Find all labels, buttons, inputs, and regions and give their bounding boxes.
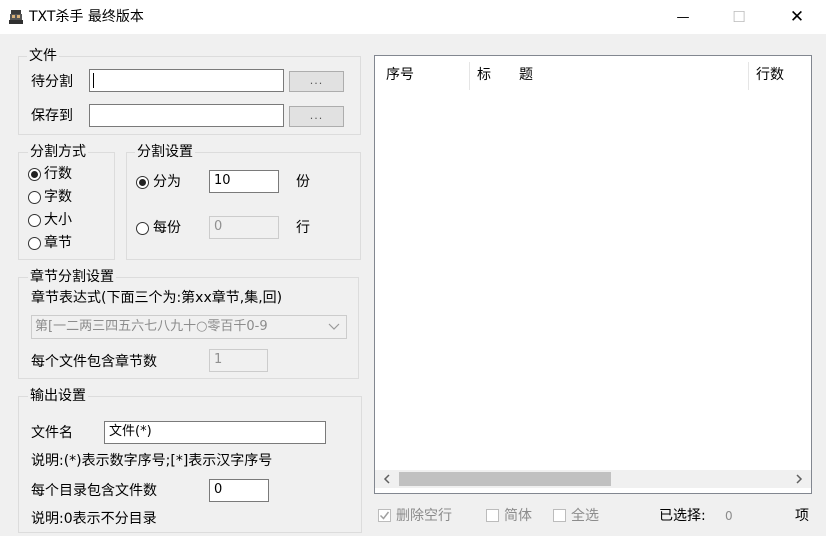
scroll-left-icon[interactable]	[383, 474, 391, 484]
output-legend: 输出设置	[28, 387, 88, 405]
file-group-legend: 文件	[27, 47, 59, 65]
mode-lines-label[interactable]: 行数	[44, 165, 72, 183]
chapter-list[interactable]: 序号 标 题 行数	[374, 55, 812, 494]
simplified-checkbox[interactable]	[486, 509, 499, 522]
scroll-right-icon[interactable]	[795, 474, 803, 484]
files-per-dir-label: 每个目录包含文件数	[31, 483, 157, 499]
scrollbar-thumb[interactable]	[399, 472, 611, 486]
select-all-label[interactable]: 全选	[571, 507, 599, 525]
chapter-legend: 章节分割设置	[28, 268, 116, 286]
checkmark-icon	[379, 511, 390, 520]
divide-label[interactable]: 分为	[153, 173, 181, 191]
browse-save-button[interactable]: ...	[289, 106, 344, 127]
delete-empty-checkbox[interactable]	[378, 509, 391, 522]
files-per-dir-input[interactable]: 0	[209, 479, 269, 502]
column-divider[interactable]	[469, 62, 470, 90]
close-icon: ✕	[789, 7, 805, 27]
chapter-expr-combo[interactable]: 第[一二两三四五六七八九十○零百千0-9	[31, 315, 347, 339]
filename-label: 文件名	[31, 425, 73, 441]
each-count-input[interactable]: 0	[209, 216, 279, 239]
column-divider[interactable]	[748, 62, 749, 90]
split-settings-group	[126, 152, 361, 260]
chevron-down-icon[interactable]	[328, 322, 340, 332]
chapter-expr-label: 章节表达式(下面三个为:第xx章节,集,回)	[31, 290, 283, 306]
app-icon	[9, 10, 23, 24]
split-file-label: 待分割	[31, 74, 73, 90]
split-settings-legend: 分割设置	[135, 143, 195, 161]
maximize-icon: ☐	[732, 8, 746, 26]
delete-empty-label[interactable]: 删除空行	[396, 507, 452, 525]
minimize-icon: —	[676, 9, 690, 25]
mode-chars-label[interactable]: 字数	[44, 188, 72, 206]
chapters-per-file-label: 每个文件包含章节数	[31, 354, 157, 370]
mode-chars-radio[interactable]	[28, 191, 41, 204]
split-mode-legend: 分割方式	[28, 143, 88, 161]
column-title[interactable]: 标 题	[477, 66, 533, 84]
each-radio[interactable]	[136, 222, 149, 235]
minimize-button[interactable]: —	[660, 0, 706, 34]
filename-note: 说明:(*)表示数字序号;[*]表示汉字序号	[31, 453, 273, 469]
each-label[interactable]: 每份	[153, 219, 181, 237]
divide-count-input[interactable]: 10	[209, 170, 279, 193]
chapters-per-file-input[interactable]: 1	[209, 349, 268, 372]
simplified-label[interactable]: 简体	[504, 507, 532, 525]
text-caret	[93, 73, 94, 88]
chapter-expr-value: 第[一二两三四五六七八九十○零百千0-9	[35, 319, 268, 334]
item-unit-label: 项	[795, 508, 809, 524]
save-to-label: 保存到	[31, 108, 73, 124]
maximize-button[interactable]: ☐	[716, 0, 762, 34]
column-index[interactable]: 序号	[386, 66, 414, 84]
each-unit-label: 行	[296, 220, 310, 236]
selected-count: 0	[725, 509, 733, 523]
mode-size-label[interactable]: 大小	[44, 211, 72, 229]
save-to-input[interactable]	[89, 104, 284, 127]
selected-label: 已选择:	[659, 508, 706, 524]
browse-split-button[interactable]: ...	[289, 71, 344, 92]
mode-lines-radio[interactable]	[28, 168, 41, 181]
divide-radio[interactable]	[136, 176, 149, 189]
select-all-checkbox[interactable]	[553, 509, 566, 522]
filename-input[interactable]: 文件(*)	[104, 421, 326, 444]
column-lines[interactable]: 行数	[756, 66, 784, 84]
mode-chapter-label[interactable]: 章节	[44, 234, 72, 252]
mode-size-radio[interactable]	[28, 214, 41, 227]
divide-unit-label: 份	[296, 174, 310, 190]
title-bar: TXT杀手 最终版本 — ☐ ✕	[0, 0, 826, 34]
dir-note: 说明:0表示不分目录	[31, 511, 157, 527]
close-button[interactable]: ✕	[774, 0, 820, 34]
mode-chapter-radio[interactable]	[28, 237, 41, 250]
window-title: TXT杀手 最终版本	[29, 9, 144, 25]
split-file-input[interactable]	[89, 69, 284, 92]
